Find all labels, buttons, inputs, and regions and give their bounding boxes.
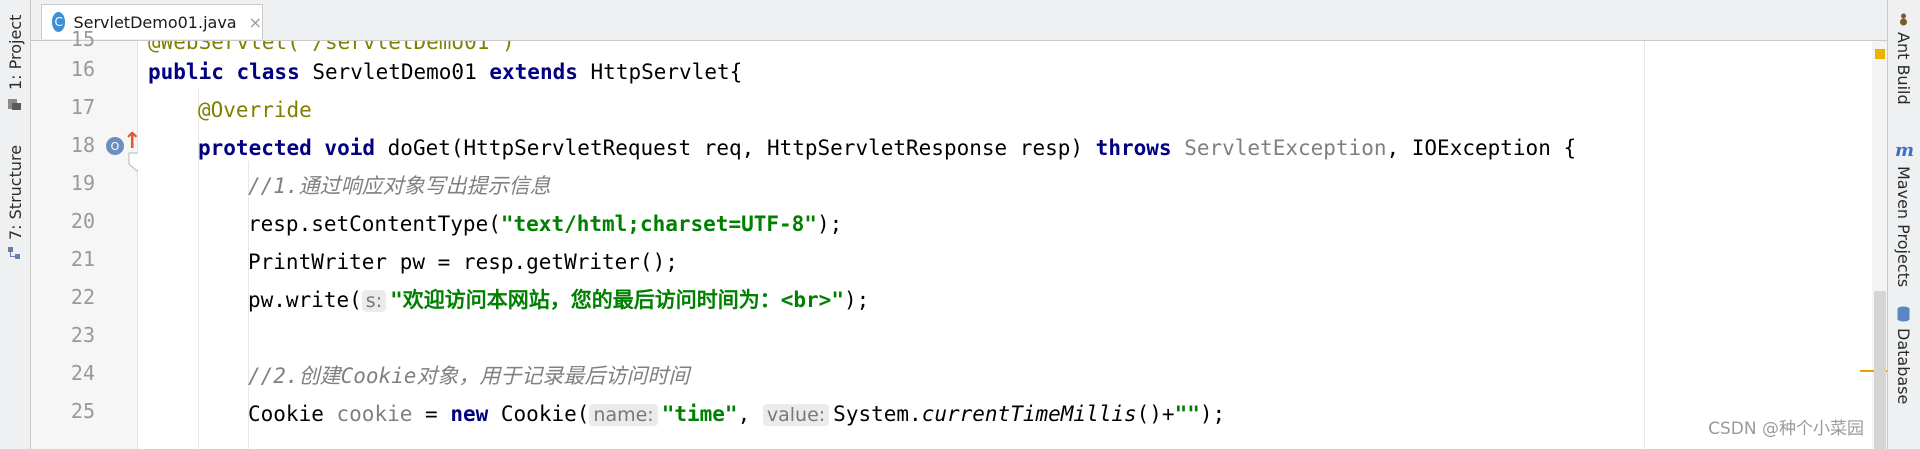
parameter-hint: s: (361, 290, 387, 312)
code-line-25: Cookie cookie = new Cookie(name: "time", … (248, 399, 1225, 429)
code-line-24: //2.创建Cookie对象，用于记录最后访问时间 (248, 361, 689, 391)
code-line-18: protected void doGet(HttpServletRequest … (198, 133, 1576, 163)
left-tool-strip: 1: Project 7: Structure (0, 0, 31, 449)
comment-token: //2.创建Cookie对象，用于记录最后访问时间 (248, 364, 690, 388)
keyword-token: extends (489, 60, 578, 84)
code-text: System. (833, 402, 922, 426)
code-text: doGet(HttpServletRequest req, HttpServle… (375, 136, 1096, 160)
unused-type-token: ServletException (1184, 136, 1387, 160)
project-tool-tab[interactable]: 1: Project (6, 8, 25, 90)
right-margin-guide (1644, 41, 1645, 449)
right-tool-strip: Ant Build m Maven Projects Database (1887, 0, 1920, 449)
line-number: 21 (70, 247, 95, 271)
code-text: ); (843, 288, 870, 312)
code-text: Cookie (248, 402, 337, 426)
line-number: 15 (70, 27, 95, 51)
tab-filename: ServletDemo01.java (73, 12, 237, 32)
code-text: , (737, 402, 763, 426)
code-text: = (412, 402, 451, 426)
string-token: "time" (661, 402, 738, 426)
line-number: 16 (70, 57, 95, 81)
maven-icon: m (1895, 140, 1915, 161)
ant-build-tool-tab[interactable]: Ant Build (1894, 32, 1913, 105)
code-line-17: @Override (198, 95, 312, 125)
code-text: ); (1199, 402, 1226, 426)
code-line-21: PrintWriter pw = resp.getWriter(); (248, 247, 678, 277)
scrollbar-thumb[interactable] (1874, 291, 1886, 449)
code-text: resp.setContentType( (248, 212, 501, 236)
parameter-hint: value: (762, 404, 830, 426)
line-number-gutter: 15 16 17 18 19 20 21 22 23 24 25 O ↑ (31, 27, 141, 449)
code-text: ); (816, 212, 843, 236)
structure-tool-tab[interactable]: 7: Structure (6, 140, 25, 240)
string-token: "text/html;charset=UTF-8" (500, 212, 817, 236)
code-line-19: //1.通过响应对象写出提示信息 (248, 171, 551, 201)
code-line-16: public class ServletDemo01 extends HttpS… (148, 57, 742, 87)
code-text: ()+ (1136, 402, 1175, 426)
comment-token: //1.通过响应对象写出提示信息 (248, 174, 551, 198)
keyword-token: throws (1095, 136, 1172, 160)
close-tab-icon[interactable]: × (249, 13, 262, 32)
code-line-20: resp.setContentType("text/html;charset=U… (248, 209, 842, 239)
structure-icon (8, 247, 20, 259)
code-text: , IOException { (1386, 136, 1577, 160)
database-tool-tab[interactable]: Database (1894, 328, 1913, 404)
line-number: 18 (70, 133, 95, 157)
ant-icon (1900, 13, 1907, 26)
code-text: PrintWriter pw = resp.getWriter(); (248, 250, 678, 274)
string-token: "" (1174, 402, 1200, 426)
code-text: Cookie( (488, 402, 590, 426)
overrides-method-icon[interactable]: O (106, 137, 124, 155)
keyword-token: new (450, 402, 489, 426)
annotation-token: @Override (198, 98, 312, 122)
editor-tab-bar: C ServletDemo01.java × (31, 0, 1888, 41)
line-number: 20 (70, 209, 95, 233)
code-line-15: @WebServlet("/servletDemo01") (148, 41, 515, 57)
keyword-token: public class (148, 60, 300, 84)
annotation-token: @WebServlet("/servletDemo01") (148, 41, 515, 54)
database-icon (1897, 306, 1910, 322)
parameter-hint: name: (589, 404, 658, 426)
code-editor[interactable]: @WebServlet("/servletDemo01") public cla… (138, 41, 1888, 449)
keyword-token: protected void (198, 136, 376, 160)
line-number: 25 (70, 399, 95, 423)
watermark-text: CSDN @种个小菜园 (1708, 419, 1864, 439)
project-folder-icon (8, 99, 21, 110)
string-token: "欢迎访问本网站，您的最后访问时间为：<br>" (390, 288, 844, 312)
code-text: HttpServlet{ (577, 60, 743, 84)
maven-projects-tool-tab[interactable]: Maven Projects (1894, 166, 1913, 287)
code-line-22: pw.write(s: "欢迎访问本网站，您的最后访问时间为：<br>"); (248, 285, 869, 315)
unused-variable-token: cookie (336, 402, 413, 426)
line-number: 22 (70, 285, 95, 309)
editor-scrollbar[interactable] (1860, 41, 1888, 449)
code-text: pw.write( (248, 288, 362, 312)
line-number: 23 (70, 323, 95, 347)
line-number: 17 (70, 95, 95, 119)
line-number: 19 (70, 171, 95, 195)
warning-status-icon[interactable] (1875, 49, 1885, 59)
static-method-token: currentTimeMillis (921, 402, 1137, 426)
line-number: 24 (70, 361, 95, 385)
code-text: ServletDemo01 (299, 60, 490, 84)
